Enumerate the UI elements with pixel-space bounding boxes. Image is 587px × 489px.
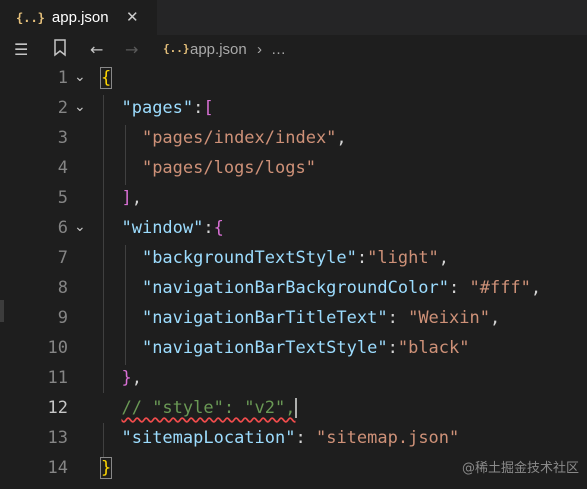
line-number: 12 — [47, 398, 68, 418]
code-text: "navigationBarTextStyle":"black" — [141, 338, 470, 358]
code-text: "sitemapLocation": "sitemap.json" — [121, 428, 460, 448]
forward-arrow-icon[interactable]: → — [125, 40, 138, 59]
code-line-current: 12 // "style": "v2", — [0, 393, 587, 423]
code-text: "pages/index/index", — [141, 128, 347, 148]
tab-app-json[interactable]: {..} app.json ✕ — [0, 0, 157, 35]
tab-bar: {..} app.json ✕ — [0, 0, 587, 35]
code-text: "navigationBarBackgroundColor": "#fff", — [141, 278, 542, 298]
code-line: 5 ], — [0, 183, 587, 213]
code-line: 2 ⌄ "pages":[ — [0, 93, 587, 123]
line-number: 8 — [57, 278, 68, 298]
code-line: 7 "backgroundTextStyle":"light", — [0, 243, 587, 273]
tab-label: app.json — [51, 9, 109, 26]
code-text: "window":{ — [121, 218, 224, 238]
text-cursor — [295, 398, 298, 418]
code-line: 9 "navigationBarTitleText": "Weixin", — [0, 303, 587, 333]
breadcrumb: ☰ ← → {..} app.json › … — [0, 35, 587, 65]
code-line: 13 "sitemapLocation": "sitemap.json" — [0, 423, 587, 453]
code-text: "navigationBarTitleText": "Weixin", — [141, 308, 501, 328]
code-line: 8 "navigationBarBackgroundColor": "#fff"… — [0, 273, 587, 303]
json-file-icon: {..} — [163, 42, 190, 55]
code-line: 4 "pages/logs/logs" — [0, 153, 587, 183]
code-text: ], — [121, 188, 142, 208]
code-line: 1 ⌄ { — [0, 63, 587, 93]
breadcrumb-file[interactable]: app.json — [190, 41, 247, 58]
code-line: 3 "pages/index/index", — [0, 123, 587, 153]
fold-chevron-icon[interactable]: ⌄ — [74, 63, 86, 91]
code-line: 10 "navigationBarTextStyle":"black" — [0, 333, 587, 363]
code-text: } — [99, 457, 113, 479]
code-line: 11 }, — [0, 363, 587, 393]
fold-chevron-icon[interactable]: ⌄ — [74, 213, 86, 241]
code-text: "pages/logs/logs" — [141, 158, 316, 178]
watermark: @稀土掘金技术社区 — [462, 461, 580, 476]
line-number: 2 — [57, 98, 68, 118]
line-number: 5 — [57, 188, 68, 208]
comment-text: // "style": "v2", — [121, 398, 296, 418]
list-icon[interactable]: ☰ — [14, 40, 28, 59]
breadcrumb-separator: › — [257, 41, 262, 58]
line-number: 11 — [47, 368, 68, 388]
json-file-icon: {..} — [16, 10, 45, 25]
close-icon[interactable]: ✕ — [126, 8, 139, 26]
code-text: }, — [121, 368, 142, 388]
back-arrow-icon[interactable]: ← — [90, 40, 103, 59]
code-text: // "style": "v2", — [101, 393, 298, 423]
line-number: 6 — [57, 218, 68, 238]
code-text: "pages":[ — [121, 98, 214, 118]
bookmark-icon[interactable] — [53, 39, 67, 61]
line-number: 13 — [47, 428, 68, 448]
code-text: "backgroundTextStyle":"light", — [141, 248, 450, 268]
code-line: 6 ⌄ "window":{ — [0, 213, 587, 243]
fold-chevron-icon[interactable]: ⌄ — [74, 93, 86, 121]
line-number: 4 — [57, 158, 68, 178]
line-number: 14 — [47, 458, 68, 478]
line-number: 7 — [57, 248, 68, 268]
line-number: 9 — [57, 308, 68, 328]
code-text: { — [99, 67, 113, 89]
line-number: 3 — [57, 128, 68, 148]
breadcrumb-more[interactable]: … — [271, 41, 286, 58]
line-number: 10 — [47, 338, 68, 358]
line-number: 1 — [57, 68, 68, 88]
